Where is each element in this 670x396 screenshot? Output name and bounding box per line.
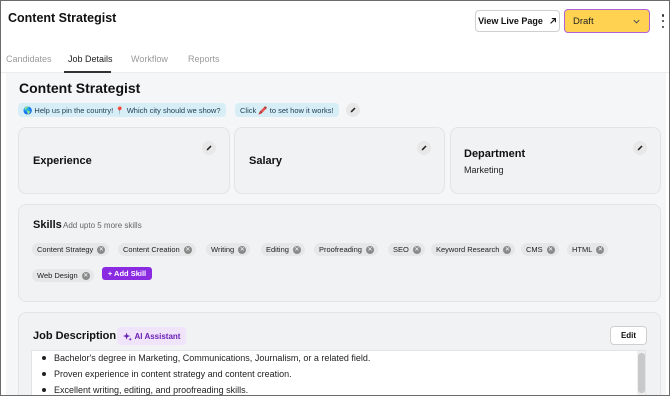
list-item: Excellent writing, editing, and proofrea… <box>41 385 370 395</box>
top-bar: Content Strategist View Live Page Draft <box>1 1 669 45</box>
pencil-icon <box>350 107 356 113</box>
page-title: Content Strategist <box>19 80 141 96</box>
skill-chip-label: Web Design <box>37 271 78 280</box>
edit-experience-button[interactable] <box>202 141 216 155</box>
skill-chip-label: Proofreading <box>319 245 362 254</box>
skill-chip[interactable]: SEO ✕ <box>388 243 425 256</box>
add-skill-button[interactable]: + Add Skill <box>102 267 152 280</box>
skill-chip-label: CMS <box>526 245 543 254</box>
location-hint-badge[interactable]: 🌎 Help us pin the country! 📍 Which city … <box>18 103 226 117</box>
skill-chip[interactable]: HTML ✕ <box>567 243 609 256</box>
skill-chip[interactable]: Editing ✕ <box>261 243 305 256</box>
tab-candidates[interactable]: Candidates <box>6 54 52 64</box>
view-live-page-button[interactable]: View Live Page <box>475 10 560 32</box>
skill-chip-label: Content Creation <box>123 245 180 254</box>
skill-chip[interactable]: Proofreading ✕ <box>314 243 378 256</box>
edit-department-button[interactable] <box>633 141 647 155</box>
tab-reports[interactable]: Reports <box>188 54 220 64</box>
remove-skill-icon[interactable]: ✕ <box>412 245 421 254</box>
click-hint-badge[interactable]: Click 🖍️ to set how it works! <box>235 103 339 117</box>
status-select-value: Draft <box>573 15 594 27</box>
skill-chip[interactable]: Content Creation ✕ <box>118 243 196 256</box>
status-select[interactable]: Draft <box>564 9 650 33</box>
skill-chip-label: SEO <box>393 245 409 254</box>
skill-chip[interactable]: CMS ✕ <box>521 243 559 256</box>
remove-skill-icon[interactable]: ✕ <box>81 271 90 280</box>
experience-card[interactable]: Experience <box>18 127 230 194</box>
ai-assistant-label: AI Assistant <box>134 331 181 341</box>
edit-salary-button[interactable] <box>417 141 431 155</box>
remove-skill-icon[interactable]: ✕ <box>503 245 512 254</box>
pencil-icon <box>421 145 427 151</box>
job-description-title: Job Description <box>33 330 117 342</box>
tab-workflow[interactable]: Workflow <box>131 54 168 64</box>
more-options-icon[interactable] <box>660 14 666 28</box>
remove-skill-icon[interactable]: ✕ <box>183 245 192 254</box>
sparkle-icon <box>122 331 132 341</box>
list-item: Proven experience in content strategy an… <box>41 369 370 385</box>
skill-chip[interactable]: Keyword Research ✕ <box>431 243 516 256</box>
app-window: Content Strategist View Live Page Draft … <box>0 0 670 396</box>
remove-skill-icon[interactable]: ✕ <box>238 245 247 254</box>
skills-hint: Add upto 5 more skills <box>63 221 142 230</box>
salary-title: Salary <box>249 155 283 167</box>
skills-label: Skills <box>33 219 62 231</box>
view-live-page-label: View Live Page <box>478 16 543 26</box>
list-item: Bachelor's degree in Marketing, Communic… <box>41 353 370 369</box>
tab-job-details[interactable]: Job Details <box>68 54 113 64</box>
remove-skill-icon[interactable]: ✕ <box>97 245 106 254</box>
skill-chip-label: Writing <box>211 245 235 254</box>
pencil-icon <box>206 145 212 151</box>
pencil-icon <box>637 145 643 151</box>
ai-assistant-button[interactable]: AI Assistant <box>117 327 186 345</box>
remove-skill-icon[interactable]: ✕ <box>596 245 605 254</box>
skill-chip-label: Keyword Research <box>436 245 500 254</box>
remove-skill-icon[interactable]: ✕ <box>546 245 555 254</box>
remove-skill-icon[interactable]: ✕ <box>292 245 301 254</box>
skill-chip-label: HTML <box>572 245 593 254</box>
chevron-down-icon <box>633 19 640 24</box>
edit-location-button[interactable] <box>346 103 360 117</box>
requirements-list: Bachelor's degree in Marketing, Communic… <box>41 353 370 395</box>
skill-chip-label: Content Strategy <box>37 245 94 254</box>
job-description-editor[interactable]: Bachelor's degree in Marketing, Communic… <box>31 350 646 395</box>
scrollbar[interactable] <box>637 351 645 395</box>
scrollbar-thumb[interactable] <box>638 353 645 393</box>
external-link-icon <box>550 18 556 24</box>
skill-chip[interactable]: Content Strategy ✕ <box>32 243 110 256</box>
skill-chip-label: Editing <box>266 245 289 254</box>
job-header-title: Content Strategist <box>8 11 117 25</box>
department-value: Marketing <box>464 165 504 175</box>
salary-card[interactable]: Salary <box>234 127 445 194</box>
department-title: Department <box>464 148 526 160</box>
remove-skill-icon[interactable]: ✕ <box>365 245 374 254</box>
department-card[interactable]: Department Marketing <box>450 127 661 194</box>
skill-chip[interactable]: Web Design ✕ <box>32 269 94 282</box>
tab-bar: Candidates Job Details Workflow Reports <box>1 45 669 73</box>
skill-chip[interactable]: Writing ✕ <box>206 243 251 256</box>
edit-description-button[interactable]: Edit <box>610 326 647 345</box>
experience-title: Experience <box>33 155 92 167</box>
